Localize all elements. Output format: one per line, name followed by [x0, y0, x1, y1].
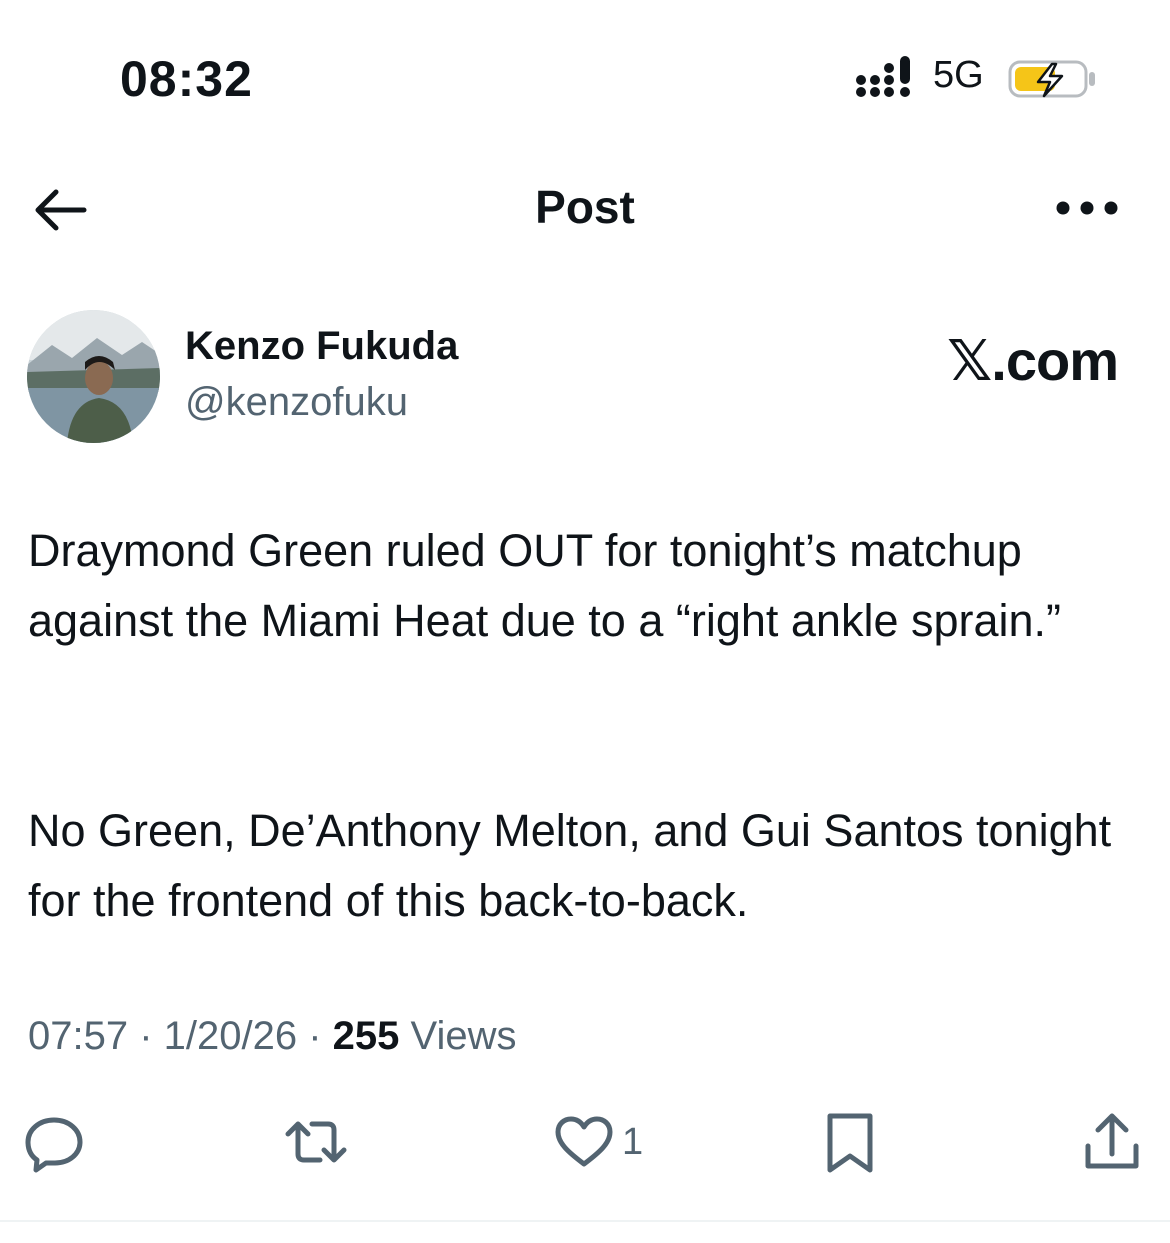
post-meta: 07:57 · 1/20/26 · 255 Views: [28, 1014, 517, 1059]
meta-separator: ·: [128, 1014, 164, 1058]
post-paragraph: No Green, De’Anthony Melton, and Gui San…: [28, 805, 1112, 926]
source-brand: 𝕏.com: [947, 329, 1119, 392]
post-time: 07:57: [28, 1014, 129, 1058]
views-count[interactable]: 255: [333, 1014, 400, 1058]
reply-icon: [25, 1117, 83, 1173]
author-name[interactable]: Kenzo Fukuda: [185, 324, 458, 369]
page-title: Post: [535, 181, 635, 233]
network-type: 5G: [933, 54, 984, 96]
repost-icon: [285, 1121, 347, 1163]
post-date: 1/20/26: [163, 1014, 298, 1058]
back-button[interactable]: [30, 180, 90, 240]
more-options-button[interactable]: [1052, 190, 1122, 226]
share-button[interactable]: [1080, 1110, 1144, 1174]
divider: [0, 1220, 1170, 1222]
author-handle[interactable]: @kenzofuku: [185, 380, 408, 425]
avatar-photo: [27, 310, 160, 443]
views-label[interactable]: Views: [399, 1014, 517, 1058]
reply-button[interactable]: [22, 1110, 86, 1174]
like-count: 1: [622, 1120, 644, 1163]
like-button[interactable]: 1: [552, 1110, 643, 1174]
share-icon: [1085, 1113, 1139, 1169]
cellular-signal-icon: [856, 56, 910, 97]
bookmark-button[interactable]: [818, 1110, 882, 1174]
post-paragraph: Draymond Green ruled OUT for tonight’s m…: [28, 525, 1062, 646]
repost-button[interactable]: [284, 1110, 348, 1174]
status-time: 08:32: [120, 51, 253, 107]
bookmark-icon: [827, 1113, 873, 1173]
meta-separator: ·: [297, 1014, 333, 1058]
avatar[interactable]: [27, 310, 160, 443]
battery-charging-icon: [1008, 60, 1095, 98]
heart-icon: [555, 1116, 613, 1167]
